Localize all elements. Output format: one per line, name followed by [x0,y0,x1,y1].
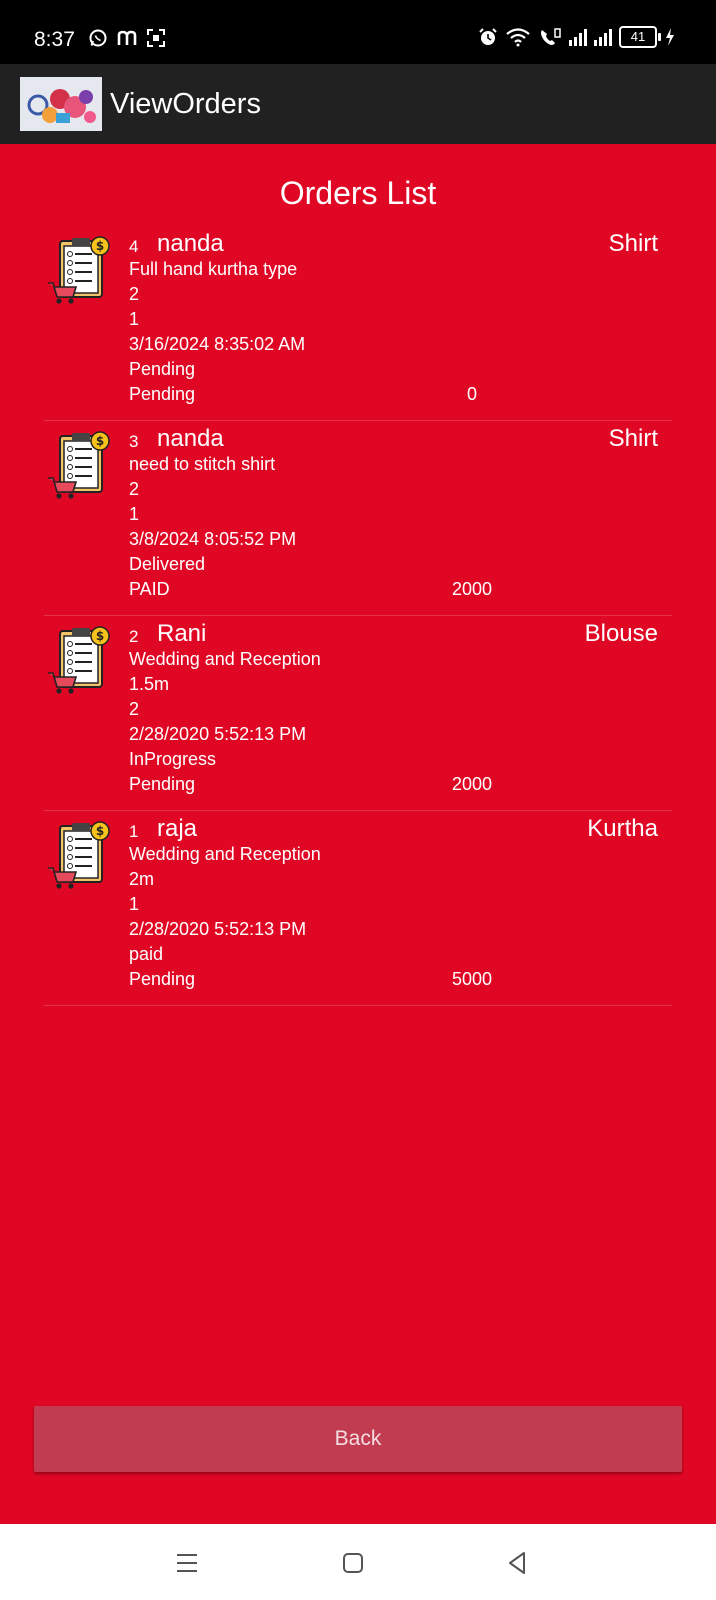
svg-text:$: $ [96,629,104,643]
garment-type: Kurtha [587,815,658,842]
order-datetime: 2/28/2020 5:52:13 PM [129,919,307,939]
garment-type: Shirt [608,425,658,452]
order-description: Wedding and Reception [129,649,321,669]
customer-name: nanda [157,230,224,257]
charging-icon [666,28,674,46]
signal-strength-2-icon [594,28,612,46]
order-quantity: 2 [129,699,140,719]
order-item[interactable]: $ 4 nanda Shirt Full hand kurtha type 2 … [44,225,672,421]
order-measure: 2m [129,869,155,889]
payment-status: Pending [129,384,196,404]
signal-strength-icon [569,28,587,46]
order-status: paid [129,944,164,964]
order-id: 3 [129,432,139,451]
order-clipboard-icon: $ [48,236,110,304]
whatsapp-icon [89,29,107,47]
order-measure: 2 [129,479,140,499]
customer-name: nanda [157,425,224,452]
order-datetime: 2/28/2020 5:52:13 PM [129,724,307,744]
order-description: Wedding and Reception [129,844,321,864]
back-nav-icon[interactable] [502,1548,532,1578]
customer-name: Rani [157,620,207,647]
app-bar: ViewOrders [0,64,716,144]
app-title: ViewOrders [110,88,261,120]
order-datetime: 3/16/2024 8:35:02 AM [129,334,306,354]
payment-status: Pending [129,969,196,989]
order-quantity: 1 [129,504,140,524]
payment-status: Pending [129,774,196,794]
battery-icon: 41 [619,26,661,48]
status-time: 8:37 [34,28,75,51]
order-clipboard-icon: $ [48,821,110,889]
garment-type: Blouse [584,620,658,647]
order-status: InProgress [129,749,217,769]
order-id: 1 [129,822,139,841]
alarm-icon [479,28,497,45]
order-clipboard-icon: $ [48,431,110,499]
messenger-m-icon [117,30,137,45]
order-item[interactable]: $ 3 nanda Shirt need to stitch shirt 2 1… [44,420,672,616]
svg-text:$: $ [96,824,104,838]
order-quantity: 1 [129,894,140,914]
order-description: need to stitch shirt [129,454,276,474]
garment-type: Shirt [608,230,658,257]
volte-call-icon [541,28,561,45]
svg-text:$: $ [96,434,104,448]
order-quantity: 1 [129,309,140,329]
app-logo [20,77,102,131]
menu-icon[interactable] [172,1548,202,1578]
wifi-icon [506,28,530,47]
order-item[interactable]: $ 1 raja Kurtha Wedding and Reception 2m… [44,810,672,1006]
order-measure: 1.5m [129,674,170,694]
order-measure: 2 [129,284,140,304]
order-description: Full hand kurtha type [129,259,298,279]
order-status: Pending [129,359,196,379]
order-id: 2 [129,627,139,646]
scan-icon [147,29,165,47]
order-amount: 2000 [451,579,493,599]
order-amount: 5000 [451,969,493,989]
order-clipboard-icon: $ [48,626,110,694]
customer-name: raja [157,815,198,842]
svg-text:$: $ [96,239,104,253]
status-bar: 8:37 41 [0,0,716,64]
home-icon[interactable] [338,1548,368,1578]
order-datetime: 3/8/2024 8:05:52 PM [129,529,297,549]
system-nav-bar [0,1524,716,1600]
order-amount: 0 [466,384,477,404]
back-button[interactable]: Back [34,1406,682,1472]
order-status: Delivered [129,554,206,574]
order-id: 4 [129,237,139,256]
order-item[interactable]: $ 2 Rani Blouse Wedding and Reception 1.… [44,615,672,811]
payment-status: PAID [129,579,170,599]
page-title: Orders List [279,175,437,211]
order-amount: 2000 [451,774,493,794]
